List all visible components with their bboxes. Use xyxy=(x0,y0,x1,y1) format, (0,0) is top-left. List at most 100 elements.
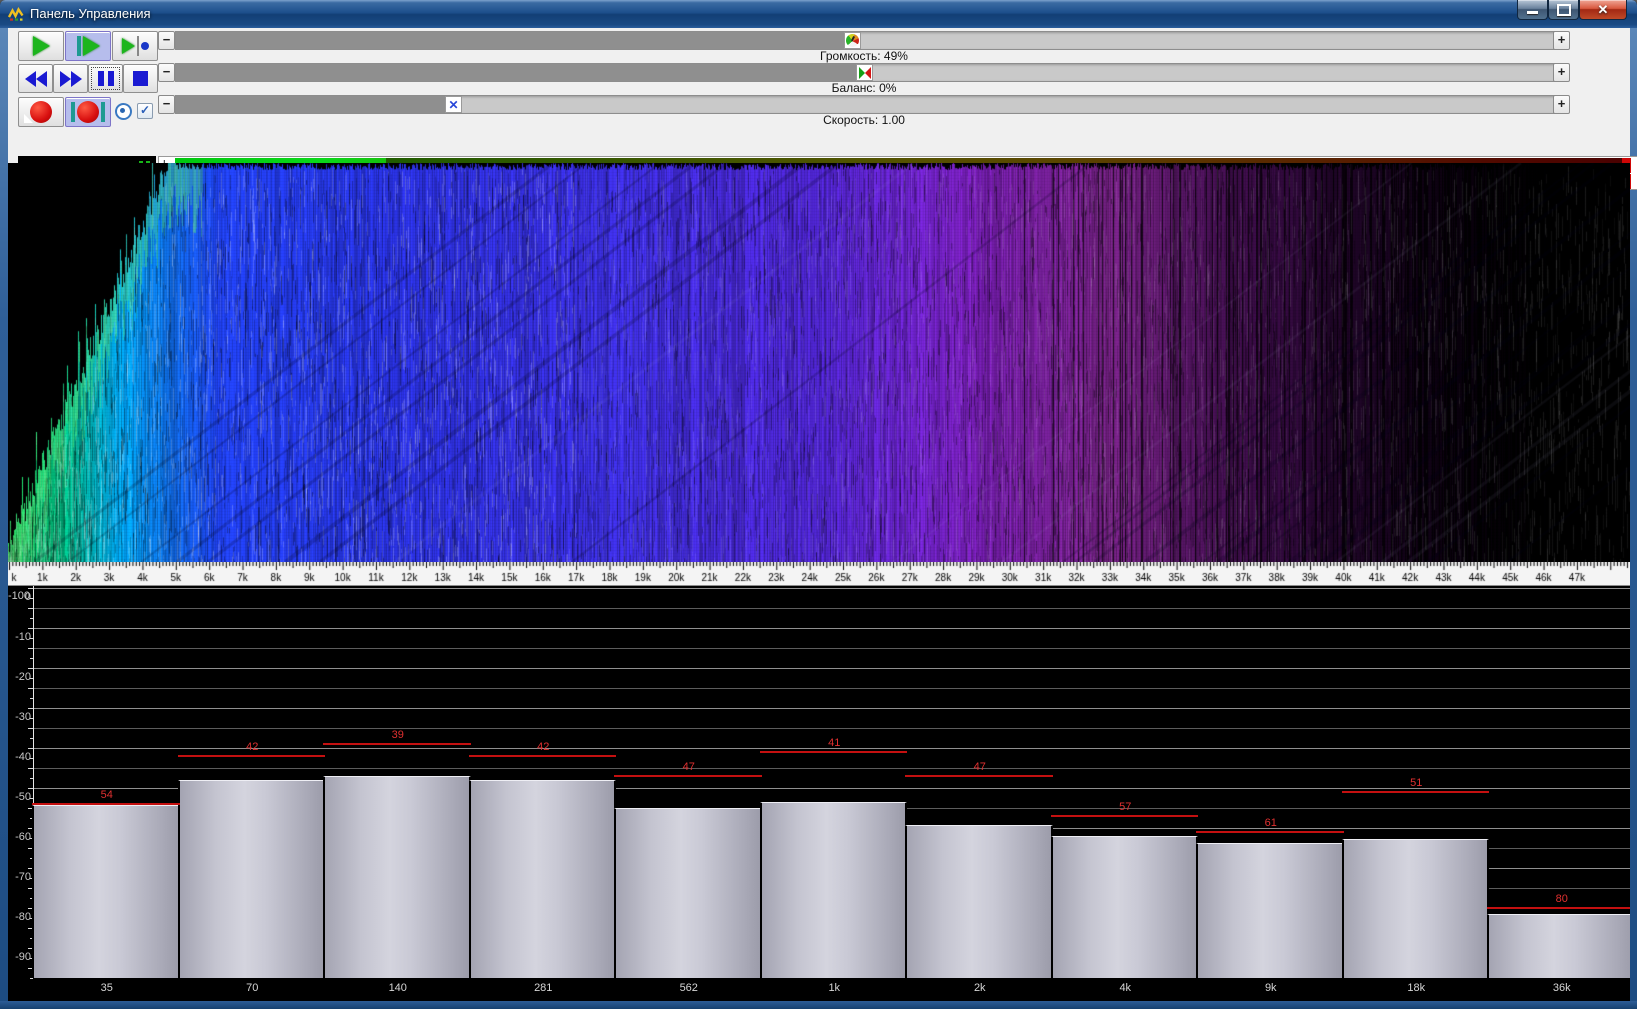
spectrum-bar-chart: 35701402815621k2k4k9k18k36k 0-10-20-30-4… xyxy=(8,586,1630,1001)
volume-slider-thumb[interactable] xyxy=(844,32,861,49)
record-alt-button[interactable] xyxy=(65,97,111,127)
window-border-left xyxy=(0,28,8,1001)
fast-forward-button[interactable] xyxy=(53,64,88,93)
app-window: Панель Управления ✕ xyxy=(0,0,1637,1009)
play-to-marker-icon xyxy=(122,38,135,54)
chart-y-tick xyxy=(30,778,33,779)
band-frequency-label: 18k xyxy=(1376,982,1456,994)
speed-decrease-button[interactable]: − xyxy=(158,95,175,114)
chart-y-tick xyxy=(30,618,33,619)
spectrum-bar xyxy=(1487,914,1630,978)
chart-bottom-strip: 35701402815621k2k4k9k18k36k xyxy=(8,978,1630,1001)
band-frequency-label: 35 xyxy=(67,982,147,994)
speed-slider-fill xyxy=(176,96,453,113)
peak-hold-line xyxy=(178,755,326,757)
balance-slider-track[interactable] xyxy=(175,63,1555,82)
spectrogram-canvas xyxy=(8,163,1630,562)
play-button[interactable] xyxy=(18,31,64,61)
chart-gridline xyxy=(34,688,1630,689)
peak-hold-line xyxy=(323,743,471,745)
chart-y-tick xyxy=(30,978,33,979)
band-frequency-label: 4k xyxy=(1085,982,1165,994)
speed-increase-button[interactable]: + xyxy=(1553,95,1570,114)
radio-icon[interactable] xyxy=(115,103,132,120)
record-icon xyxy=(30,101,52,123)
speed-slider-track[interactable]: ✕ xyxy=(175,95,1555,114)
close-icon: ✕ xyxy=(1598,1,1609,18)
y-axis-label: -10 xyxy=(8,631,31,643)
balance-slider-fill xyxy=(176,64,864,81)
marker-line-icon xyxy=(137,36,139,56)
chart-gridline xyxy=(34,628,1630,629)
pause-button[interactable] xyxy=(88,64,123,93)
balance-slider-thumb[interactable] xyxy=(856,64,873,81)
spectrum-bar xyxy=(323,776,471,978)
balance-label: Баланс: 0% xyxy=(175,81,1553,95)
chart-y-tick xyxy=(28,648,33,649)
volume-slider-row: − + Громкость: 49% xyxy=(150,30,1570,62)
y-axis-label: -80 xyxy=(8,911,31,923)
play-selection-icon xyxy=(83,36,100,56)
peak-hold-line xyxy=(905,775,1053,777)
rewind-button[interactable] xyxy=(18,64,53,93)
volume-decrease-button[interactable]: − xyxy=(158,31,175,50)
chart-y-tick xyxy=(30,698,33,699)
peak-value-label: 42 xyxy=(513,741,573,753)
spectrum-bar xyxy=(469,780,617,978)
window-title: Панель Управления xyxy=(30,0,151,28)
volume-slider-track[interactable] xyxy=(175,31,1555,50)
y-axis-label: -50 xyxy=(8,791,31,803)
band-frequency-label: 9k xyxy=(1231,982,1311,994)
peak-hold-line xyxy=(1196,831,1344,833)
balance-slider-row: − + Баланс: 0% xyxy=(150,62,1570,94)
chart-gridline xyxy=(34,728,1630,729)
peak-value-label: 47 xyxy=(659,761,719,773)
rewind-icon2 xyxy=(36,71,47,87)
balance-increase-button[interactable]: + xyxy=(1553,63,1570,82)
y-axis-label: -40 xyxy=(8,751,31,763)
record-button[interactable] xyxy=(18,97,64,127)
record-bar-right-icon xyxy=(101,102,105,122)
band-frequency-label: 1k xyxy=(794,982,874,994)
y-axis-label: -30 xyxy=(8,711,31,723)
chart-y-tick xyxy=(28,668,33,669)
stop-icon xyxy=(133,71,148,86)
window-border-bottom xyxy=(0,1001,1637,1009)
gauge-icon xyxy=(846,34,859,47)
chart-y-tick xyxy=(28,688,33,689)
close-button[interactable]: ✕ xyxy=(1579,0,1627,20)
peak-hold-line xyxy=(1342,791,1490,793)
band-frequency-label: 281 xyxy=(503,982,583,994)
rewind-icon xyxy=(25,71,36,87)
record-alt-icon xyxy=(77,101,99,123)
volume-label: Громкость: 49% xyxy=(175,49,1553,63)
play-selection-button[interactable] xyxy=(65,31,111,61)
record-bar-left-icon xyxy=(71,102,75,122)
chart-gridline xyxy=(34,708,1630,709)
spectrum-bar xyxy=(178,780,326,978)
chart-y-tick xyxy=(28,588,33,589)
chart-gridline xyxy=(34,608,1630,609)
selection-bar-icon xyxy=(77,36,81,56)
band-frequency-label: 140 xyxy=(358,982,438,994)
x-thumb-icon: ✕ xyxy=(448,99,458,111)
volume-increase-button[interactable]: + xyxy=(1553,31,1570,50)
speed-label: Скорость: 1.00 xyxy=(175,113,1553,127)
title-bar[interactable]: Панель Управления ✕ xyxy=(0,0,1637,29)
chart-y-tick xyxy=(30,738,33,739)
minimize-button[interactable] xyxy=(1517,0,1548,20)
maximize-button[interactable] xyxy=(1548,0,1579,20)
y-axis-label: -70 xyxy=(8,871,31,883)
fast-forward-icon2 xyxy=(71,71,82,87)
band-frequency-label: 2k xyxy=(940,982,1020,994)
spectrum-bar xyxy=(1051,836,1199,978)
speed-slider-thumb[interactable]: ✕ xyxy=(445,96,462,113)
chart-y-tick xyxy=(28,608,33,609)
chart-gridline xyxy=(34,768,1630,769)
balance-decrease-button[interactable]: − xyxy=(158,63,175,82)
band-frequency-label: 70 xyxy=(212,982,292,994)
peak-hold-line xyxy=(760,751,908,753)
chart-y-tick xyxy=(30,658,33,659)
peak-hold-line xyxy=(1051,815,1199,817)
chart-gridline xyxy=(34,668,1630,669)
